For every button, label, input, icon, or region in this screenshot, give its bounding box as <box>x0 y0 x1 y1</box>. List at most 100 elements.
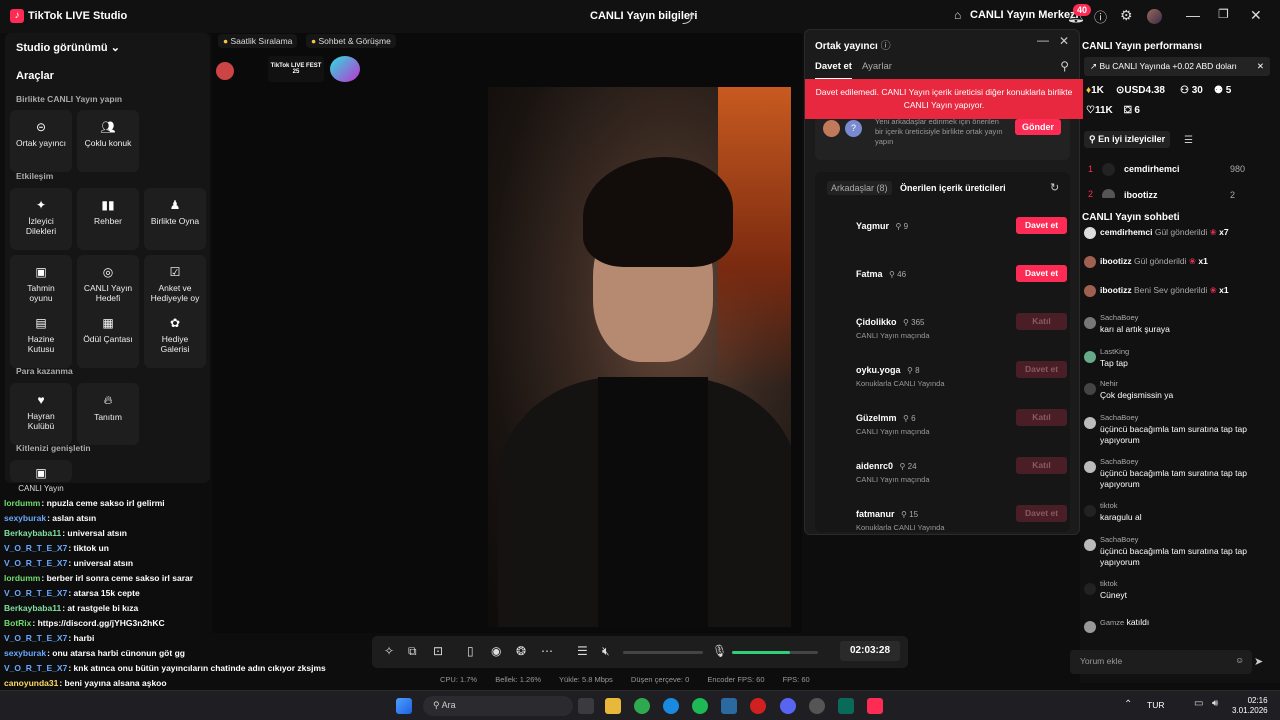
maximize-icon[interactable]: ❐ <box>1218 7 1229 21</box>
tile-fan-club[interactable]: ♥ Hayran Kulübü <box>10 383 72 445</box>
more-icon[interactable]: ⋯ <box>541 644 553 658</box>
clock-date: 3.01.2026 <box>1232 706 1268 715</box>
top-viewers-button[interactable]: ⚲ En iyi izleyiciler <box>1084 131 1171 148</box>
obs-icon[interactable] <box>809 698 825 714</box>
tiktok-live-icon[interactable] <box>867 698 883 714</box>
layout-icon[interactable]: ⧉ <box>408 644 417 659</box>
tile-cohost[interactable]: ⊝ Ortak yayıncı <box>10 110 72 172</box>
close-icon[interactable]: ✕ <box>1250 7 1262 24</box>
invite-button[interactable]: Davet et <box>1016 361 1067 378</box>
invite-button[interactable]: Davet et <box>1016 265 1067 282</box>
earnings-banner[interactable]: ↗ Bu CANLI Yayında +0.02 ABD doları ✕ <box>1084 57 1270 76</box>
live-center-button[interactable]: CANLI Yayın Merkezi <box>970 9 1079 21</box>
help-icon[interactable]: ⓘ <box>1094 7 1107 26</box>
taskbar-search[interactable]: ⚲ Ara <box>423 696 573 716</box>
info-icon[interactable]: ⓘ <box>881 41 891 52</box>
send-button[interactable]: Gönder <box>1015 119 1062 135</box>
stat-viewers: ⚇ 30 <box>1180 85 1203 96</box>
volume-icon[interactable]: 🔊︎ <box>1212 698 1218 709</box>
clock[interactable]: 02:16 3.01.2026 <box>1232 696 1268 716</box>
record-icon[interactable]: ◉ <box>491 644 501 658</box>
language-indicator[interactable]: TUR <box>1147 700 1164 710</box>
minimize-icon[interactable]: — <box>1037 33 1049 47</box>
flame-icon: 🔥︎ <box>103 393 113 407</box>
tab-friends[interactable]: Arkadaşlar (8) <box>827 181 892 195</box>
stat-follows-value: 11K <box>1094 105 1113 116</box>
phone-icon[interactable]: ▯ <box>467 644 474 658</box>
share-icon[interactable]: ⤴ <box>682 8 695 27</box>
tile-treasure-box[interactable]: ▤ Hazine Kutusu <box>10 306 72 368</box>
hourly-ranking-button[interactable]: ● Saatlik Sıralama <box>218 34 298 48</box>
refresh-icon[interactable]: ↻ <box>1050 181 1059 194</box>
tile-viewer-wishes[interactable]: ✦ İzleyici Dilekleri <box>10 188 72 250</box>
folder-icon[interactable] <box>605 698 621 714</box>
tab-invite[interactable]: Davet et <box>815 61 852 80</box>
tile-gift-gallery[interactable]: ✿ Hediye Galerisi <box>144 306 206 368</box>
tab-settings[interactable]: Ayarlar <box>862 61 892 72</box>
app-icon[interactable] <box>838 698 854 714</box>
chat-message: tiktok karagulu al <box>1100 501 1270 523</box>
chat-text: Çok degismissin ya <box>1100 390 1174 400</box>
discord-icon[interactable] <box>780 698 796 714</box>
screen-icon[interactable]: ⊡ <box>433 644 443 658</box>
follower-count-value: 24 <box>907 462 917 471</box>
chat-text: Tap tap <box>1100 358 1128 368</box>
chat-line: V_O_R_T_E_X7: tiktok un <box>4 543 109 553</box>
chat-line: canoyunda31: beni yayına alsana aşkoo <box>4 678 167 688</box>
chat-call-button[interactable]: ● Sohbet & Görüşme <box>306 34 396 48</box>
send-icon[interactable]: ➤ <box>1254 655 1263 668</box>
studio-view-dropdown[interactable]: Studio görünümü ⌄ <box>16 41 120 54</box>
error-alert: Davet edilemedi. CANLI Yayın içerik üret… <box>805 79 1083 119</box>
avatar[interactable] <box>1147 9 1162 24</box>
stream-timer: 02:03:28 <box>840 641 900 661</box>
magic-wand-icon[interactable]: ✧ <box>384 644 394 658</box>
mic-icon[interactable]: 🎙︎ <box>712 644 727 658</box>
mixer-icon[interactable]: ☰ <box>577 644 588 658</box>
tile-viewer-wishes-label-2: Dilekleri <box>25 226 57 236</box>
chat-message: SachaBoey karı al artık şuraya <box>1100 313 1270 335</box>
invite-button[interactable]: Davet et <box>1016 217 1067 234</box>
chat-message: SachaBoey üçüncü bacağımla tam suratına t… <box>1100 457 1270 490</box>
invite-button[interactable]: Katıl <box>1016 457 1067 474</box>
invite-button[interactable]: Katıl <box>1016 409 1067 426</box>
comment-input[interactable]: Yorum ekle ☺ <box>1070 650 1252 674</box>
creator-status: CANLI Yayın maçında <box>856 331 930 340</box>
list-icon[interactable]: ☰ <box>1184 135 1193 146</box>
wifi-icon[interactable]: ▭ <box>1194 698 1203 709</box>
tile-promo[interactable]: 🔥︎ Tanıtım <box>77 383 139 445</box>
effects-icon[interactable]: ❂ <box>516 644 526 658</box>
tile-live-events[interactable]: ▣ <box>10 460 72 482</box>
tile-guide[interactable]: ▮▮ Rehber <box>77 188 139 250</box>
mic-slider[interactable] <box>732 651 818 654</box>
close-icon[interactable]: ✕ <box>1059 34 1069 48</box>
emoji-icon[interactable]: ☺ <box>1235 655 1244 665</box>
invite-button[interactable]: Davet et <box>1016 505 1067 522</box>
avatar <box>1084 417 1096 429</box>
steam-icon[interactable] <box>721 698 737 714</box>
chevron-up-icon[interactable]: ⌃ <box>1124 699 1132 710</box>
tab-suggested[interactable]: Önerilen içerik üreticileri <box>900 183 1006 193</box>
list-item: Güzelmm ⚲ 6 CANLI Yayın maçında Katıl <box>856 409 1071 449</box>
opera-icon[interactable] <box>750 698 766 714</box>
chat-username: Berkaybaba11 <box>4 528 62 538</box>
close-icon[interactable]: ✕ <box>1257 61 1264 72</box>
creator-name-text: aidenrc0 <box>856 461 894 471</box>
windows-start-icon[interactable] <box>396 698 412 714</box>
tile-multi-guest[interactable]: 👥︎ Çoklu konuk <box>77 110 139 172</box>
spotify-icon[interactable] <box>692 698 708 714</box>
search-icon[interactable]: ⚲ <box>1060 59 1069 73</box>
chat-username: BotRix <box>4 618 32 628</box>
minimize-icon[interactable]: — <box>1186 7 1200 23</box>
edge-icon[interactable] <box>663 698 679 714</box>
task-view-icon[interactable] <box>578 698 594 714</box>
invite-button[interactable]: Katıl <box>1016 313 1067 330</box>
follower-count-value: 15 <box>909 510 919 519</box>
tile-reward-bag[interactable]: ▦ Ödül Çantası <box>77 306 139 368</box>
volume-slider[interactable] <box>623 651 703 654</box>
gift-icon: ⛋ <box>1124 105 1132 116</box>
chrome-icon[interactable] <box>634 698 650 714</box>
stat-usd-value: USD4.38 <box>1124 85 1165 96</box>
tile-play-together[interactable]: ♟ Birlikte Oyna <box>144 188 206 250</box>
speaker-muted-icon[interactable]: 🔇︎ <box>602 644 610 659</box>
gear-icon[interactable]: ⚙ <box>1120 7 1133 24</box>
